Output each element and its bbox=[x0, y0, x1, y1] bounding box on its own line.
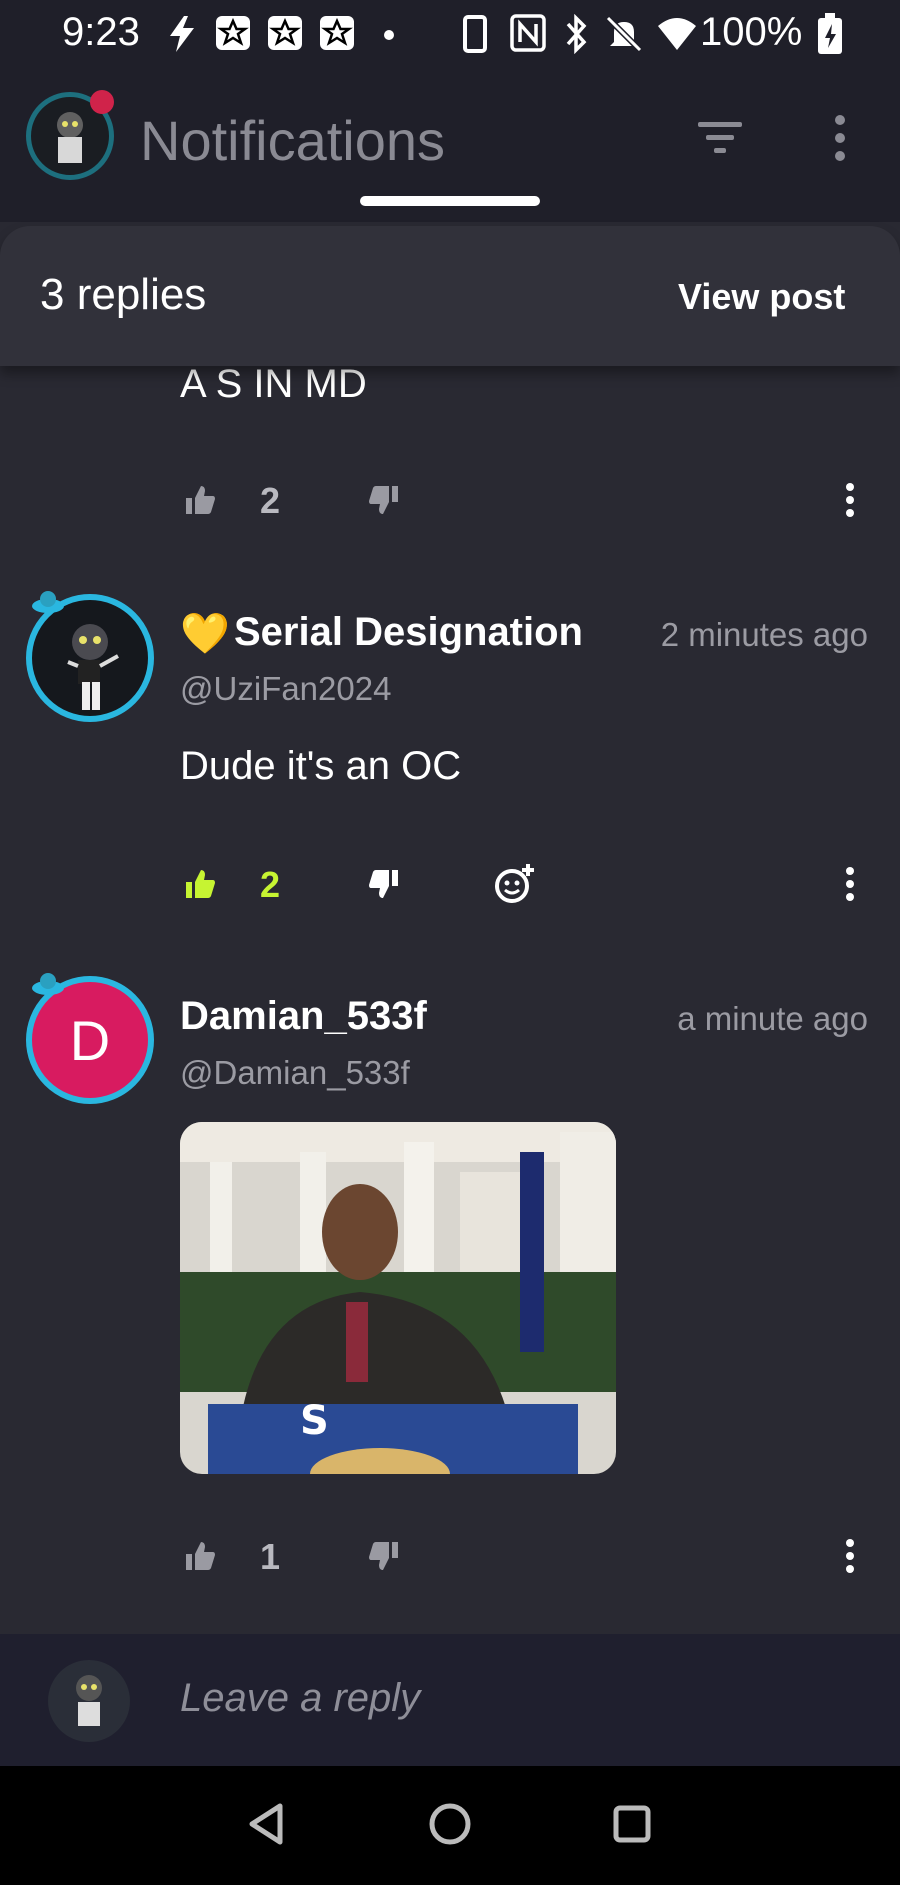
my-character-icon bbox=[76, 1675, 102, 1726]
bluetooth-icon bbox=[566, 14, 587, 54]
author-handle: @UziFan2024 bbox=[180, 670, 392, 707]
comment-menu-icon[interactable] bbox=[838, 482, 862, 518]
my-avatar bbox=[48, 1660, 130, 1742]
reply-bar bbox=[0, 1634, 900, 1766]
bell-off-icon bbox=[605, 15, 643, 53]
comment-menu-icon[interactable] bbox=[838, 866, 862, 902]
ufo-badge-icon bbox=[32, 973, 64, 995]
battery-percent: 100% bbox=[700, 10, 803, 54]
dislike-icon[interactable] bbox=[368, 484, 400, 516]
bolt-icon bbox=[170, 16, 194, 52]
gif-image[interactable]: S bbox=[180, 1122, 616, 1474]
avatar-letter: D bbox=[69, 1009, 111, 1072]
dot-icon bbox=[384, 30, 394, 40]
star-app-icon bbox=[216, 16, 250, 50]
dislike-icon[interactable] bbox=[368, 868, 400, 900]
ufo-badge-icon bbox=[32, 591, 64, 613]
comment-time: a minute ago bbox=[677, 1000, 868, 1037]
star-app-icon bbox=[320, 16, 354, 50]
more-vert-icon[interactable] bbox=[826, 114, 854, 162]
battery-charging-icon bbox=[818, 13, 842, 54]
comment-menu-icon[interactable] bbox=[838, 1538, 862, 1574]
comment-text: A S IN MD bbox=[180, 362, 367, 406]
view-post-button[interactable]: View post bbox=[678, 276, 845, 318]
filter-icon[interactable] bbox=[696, 118, 744, 158]
svg-text:S: S bbox=[300, 1398, 329, 1444]
like-count: 1 bbox=[260, 1536, 281, 1577]
nfc-icon bbox=[510, 14, 546, 52]
press-conference-gif: S bbox=[180, 1122, 616, 1474]
comment-time: 2 minutes ago bbox=[660, 616, 868, 653]
add-reaction-icon[interactable] bbox=[492, 862, 536, 904]
back-icon[interactable] bbox=[246, 1802, 286, 1846]
star-app-icon bbox=[268, 16, 302, 50]
like-count: 2 bbox=[260, 864, 281, 905]
author-name[interactable]: Serial Designation bbox=[234, 610, 604, 655]
reply-input[interactable]: Leave a reply bbox=[180, 1676, 420, 1721]
status-time: 9:23 bbox=[62, 10, 140, 54]
author-handle: @Damian_533f bbox=[180, 1054, 410, 1091]
phone-icon bbox=[463, 15, 487, 53]
tab-indicator bbox=[360, 196, 540, 206]
author-emoji: 💛 bbox=[180, 612, 230, 656]
home-icon[interactable] bbox=[428, 1802, 472, 1846]
wifi-icon bbox=[658, 18, 696, 50]
like-icon[interactable] bbox=[184, 1540, 216, 1572]
comment-text: Dude it's an OC bbox=[180, 744, 462, 788]
like-icon[interactable] bbox=[184, 484, 216, 516]
dislike-icon[interactable] bbox=[368, 1540, 400, 1572]
like-icon[interactable] bbox=[184, 868, 216, 900]
replies-count: 3 replies bbox=[40, 270, 207, 319]
recents-icon[interactable] bbox=[612, 1804, 652, 1844]
notification-dot bbox=[90, 90, 114, 114]
page-title: Notifications bbox=[140, 109, 446, 172]
author-name[interactable]: Damian_533f bbox=[180, 994, 427, 1039]
like-count: 2 bbox=[260, 480, 281, 521]
